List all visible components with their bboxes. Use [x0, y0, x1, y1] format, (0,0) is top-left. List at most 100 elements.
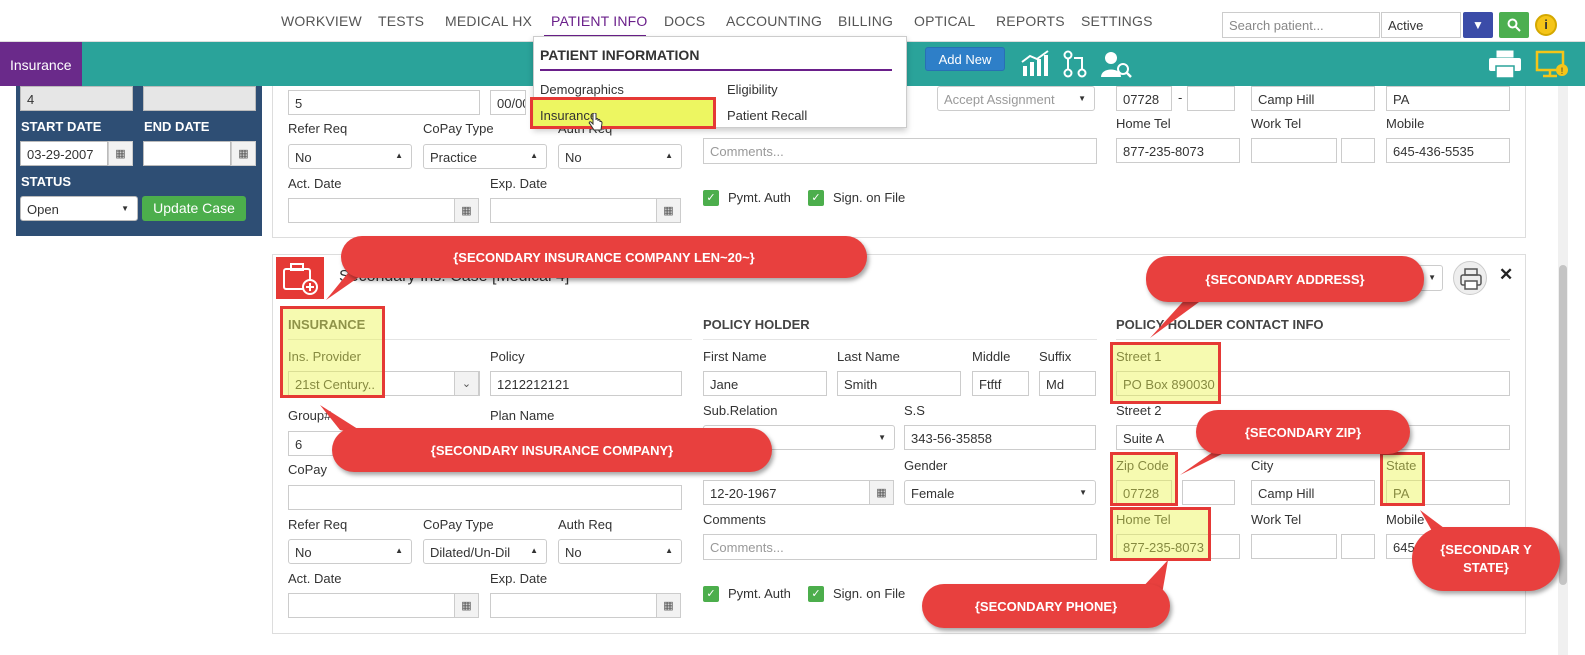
- auth-req-select[interactable]: No: [558, 144, 682, 169]
- svg-text:!: !: [1561, 66, 1564, 76]
- start-date-input[interactable]: 03-29-2007: [20, 141, 108, 166]
- add-new-button[interactable]: Add New: [925, 47, 1005, 71]
- calendar-icon[interactable]: ▦: [231, 141, 256, 166]
- refer-req-select[interactable]: No: [288, 144, 412, 169]
- copay-type-select[interactable]: Practice: [423, 144, 547, 169]
- status-dropdown-button[interactable]: ▼: [1463, 12, 1493, 38]
- menu-item-demographics[interactable]: Demographics: [540, 82, 624, 97]
- print-case-button[interactable]: [1453, 261, 1487, 295]
- exp-date-input[interactable]: [490, 593, 658, 618]
- case-status-select[interactable]: Open: [20, 196, 138, 221]
- contact-info-heading: POLICY HOLDER CONTACT INFO: [1116, 317, 1324, 332]
- gender-select[interactable]: Female: [904, 480, 1096, 505]
- printer-icon[interactable]: [1487, 48, 1523, 80]
- primary-field-5[interactable]: 5: [288, 90, 480, 115]
- scrollbar-thumb[interactable]: [1559, 265, 1567, 585]
- suffix-label: Suffix: [1039, 349, 1072, 364]
- highlight-state: [1380, 452, 1425, 506]
- calendar-icon[interactable]: ▦: [108, 141, 133, 166]
- gender-label: Gender: [904, 458, 948, 473]
- work-tel-input[interactable]: [1251, 534, 1337, 559]
- calendar-icon[interactable]: ▦: [454, 593, 479, 618]
- nav-reports[interactable]: REPORTS: [996, 13, 1065, 29]
- act-date-input[interactable]: [288, 593, 456, 618]
- highlight-zip: [1110, 452, 1178, 506]
- primary-work-ext-input[interactable]: [1341, 138, 1375, 163]
- nav-settings[interactable]: SETTINGS: [1081, 13, 1153, 29]
- primary-work-tel-input[interactable]: [1251, 138, 1337, 163]
- info-icon[interactable]: i: [1535, 14, 1557, 36]
- add-case-button[interactable]: [276, 257, 324, 299]
- nav-workview[interactable]: WORKVIEW: [281, 13, 362, 29]
- calendar-icon[interactable]: ▦: [656, 198, 681, 223]
- auth-req-select[interactable]: No: [558, 539, 682, 564]
- last-name-input[interactable]: Smith: [837, 371, 961, 396]
- primary-mobile-input[interactable]: 645-436-5535: [1386, 138, 1510, 163]
- primary-city-input[interactable]: Camp Hill: [1251, 86, 1375, 111]
- city-input[interactable]: Camp Hill: [1251, 480, 1375, 505]
- menu-item-patient-recall[interactable]: Patient Recall: [727, 108, 807, 123]
- caret-down-icon: ▼: [1428, 273, 1436, 282]
- nav-tests[interactable]: TESTS: [378, 13, 424, 29]
- calendar-icon[interactable]: ▦: [656, 593, 681, 618]
- case-panel: 4 START DATE END DATE 03-29-2007 ▦ ▦ STA…: [16, 86, 262, 236]
- calendar-icon[interactable]: ▦: [869, 480, 894, 505]
- end-date-label: END DATE: [144, 119, 210, 134]
- exp-date-input[interactable]: [490, 198, 658, 223]
- zip-dash: -: [1178, 90, 1183, 105]
- case-number-field[interactable]: 4: [20, 86, 133, 111]
- search-button[interactable]: [1499, 12, 1529, 38]
- patient-status-select[interactable]: Active: [1381, 12, 1461, 38]
- end-date-input[interactable]: [143, 141, 231, 166]
- nav-optical[interactable]: OPTICAL: [914, 13, 975, 29]
- comments-textarea[interactable]: Comments...: [703, 534, 1097, 560]
- user-search-icon[interactable]: [1100, 50, 1132, 78]
- primary-state-input[interactable]: PA: [1386, 86, 1510, 111]
- case-field-2[interactable]: [143, 86, 256, 111]
- work-ext-input[interactable]: [1341, 534, 1375, 559]
- nav-billing[interactable]: BILLING: [838, 13, 893, 29]
- refer-req-select[interactable]: No: [288, 539, 412, 564]
- primary-zip-ext-input[interactable]: [1187, 86, 1235, 111]
- nav-docs[interactable]: DOCS: [664, 13, 705, 29]
- accept-assignment-select[interactable]: Accept Assignment: [937, 86, 1095, 111]
- pymt-auth-checkbox[interactable]: ✓: [703, 190, 719, 206]
- menu-item-eligibility[interactable]: Eligibility: [727, 82, 778, 97]
- chevron-down-icon[interactable]: ⌄: [454, 371, 479, 396]
- zip-ext-input[interactable]: [1182, 480, 1235, 505]
- pymt-auth-label: Pymt. Auth: [728, 190, 791, 205]
- calendar-icon[interactable]: ▦: [454, 198, 479, 223]
- policy-input[interactable]: 1212212121: [490, 371, 682, 396]
- sign-on-file-checkbox[interactable]: ✓: [808, 190, 824, 206]
- pymt-auth-label: Pymt. Auth: [728, 586, 791, 601]
- suffix-input[interactable]: Md: [1039, 371, 1096, 396]
- primary-zip-input[interactable]: 07728: [1116, 86, 1172, 111]
- close-icon[interactable]: ✕: [1499, 265, 1513, 285]
- sign-on-file-checkbox[interactable]: ✓: [808, 586, 824, 602]
- middle-input[interactable]: Ftftf: [972, 371, 1029, 396]
- patient-info-menu: PATIENT INFORMATION Demographics Eligibi…: [530, 36, 907, 131]
- act-date-input[interactable]: [288, 198, 456, 223]
- copay-input[interactable]: [288, 485, 682, 510]
- street2-label: Street 2: [1116, 403, 1162, 418]
- callout-secondary-address: {SECONDARY ADDRESS}: [1146, 256, 1424, 302]
- insurance-tab[interactable]: Insurance: [0, 42, 82, 86]
- monitor-alert-icon[interactable]: !: [1535, 50, 1569, 78]
- comments-textarea[interactable]: Comments...: [703, 138, 1097, 164]
- nav-patient-info[interactable]: PATIENT INFO: [551, 13, 648, 29]
- refer-req-label: Refer Req: [288, 517, 348, 532]
- nav-accounting[interactable]: ACCOUNTING: [726, 13, 822, 29]
- primary-field-date[interactable]: 00/00: [490, 90, 526, 115]
- search-patient-input[interactable]: Search patient...: [1222, 12, 1380, 38]
- dob-input[interactable]: 12-20-1967: [703, 480, 871, 505]
- briefcase-plus-icon: [283, 263, 318, 295]
- nav-medical-hx[interactable]: MEDICAL HX: [445, 13, 532, 29]
- primary-home-tel-input[interactable]: 877-235-8073: [1116, 138, 1240, 163]
- compare-icon[interactable]: [1062, 50, 1088, 78]
- update-case-button[interactable]: Update Case: [142, 196, 246, 221]
- first-name-input[interactable]: Jane: [703, 371, 827, 396]
- chart-icon[interactable]: [1020, 50, 1050, 78]
- pymt-auth-checkbox[interactable]: ✓: [703, 586, 719, 602]
- copay-type-select[interactable]: Dilated/Un-Dil: [423, 539, 547, 564]
- ss-input[interactable]: 343-56-35858: [904, 425, 1096, 450]
